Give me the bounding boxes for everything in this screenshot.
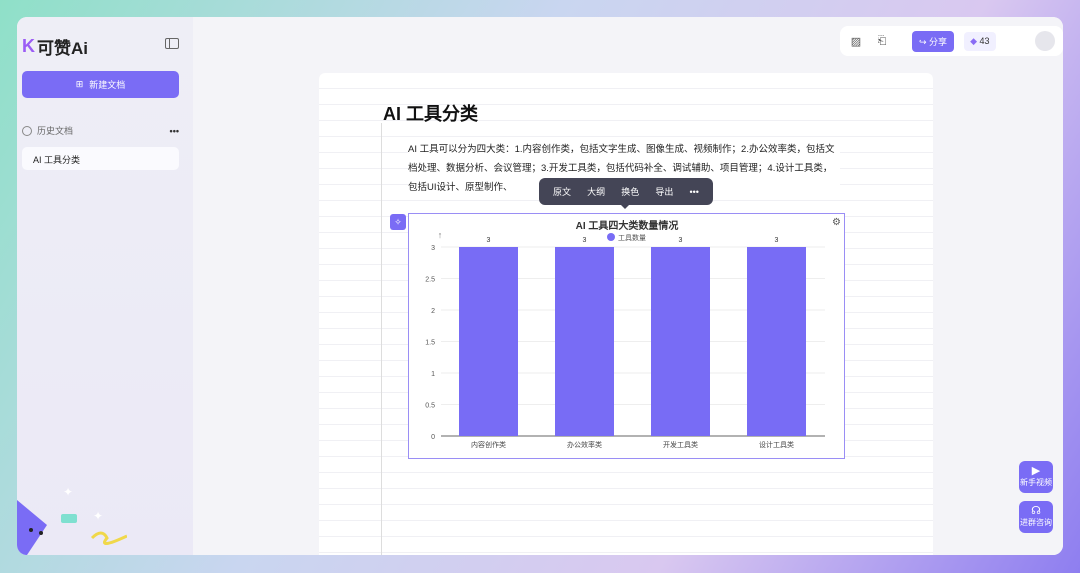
y-tick-label: 1	[431, 371, 435, 378]
margin-line	[381, 123, 382, 555]
y-tick-label: 0	[431, 434, 435, 441]
avatar[interactable]	[1035, 31, 1055, 51]
legend-label: 工具数量	[618, 233, 646, 242]
bar-chart: AI 工具四大类数量情况工具数量 ↑ 0 0.5 1 1.5 2 2.5 3 3 内容创作类 3 办公效…	[425, 219, 825, 449]
data-label: 3	[583, 237, 587, 244]
image-icon[interactable]: ▨	[848, 33, 864, 49]
share-label: 分享	[929, 36, 948, 47]
y-tick-label: 0.5	[425, 403, 435, 410]
toolbar-outline[interactable]: 大纲	[587, 185, 605, 198]
document-page: AI 工具分类 AI 工具可以分为四大类：1.内容创作类，包括文字生成、图像生成…	[319, 73, 933, 555]
history-label: 历史文档	[37, 126, 74, 136]
group-label: 进群咨询	[1020, 518, 1052, 527]
sidebar: K 可赞Ai ⊞ 新建文档 历史文档 ••• AI 工具分类 ✦ ✦	[17, 17, 193, 555]
history-more-button[interactable]: •••	[170, 126, 179, 136]
new-doc-button[interactable]: ⊞ 新建文档	[22, 71, 179, 98]
gear-icon[interactable]: ⚙	[832, 217, 841, 228]
credits-count: 43	[979, 35, 990, 46]
data-label: 3	[679, 237, 683, 244]
app-name: 可赞Ai	[37, 39, 88, 58]
clock-icon	[22, 125, 32, 136]
y-tick-label: 3	[431, 245, 435, 252]
headset-icon: ☊	[1031, 505, 1041, 517]
x-tick-label: 办公效率类	[567, 440, 602, 449]
logo: K 可赞Ai	[22, 34, 88, 59]
bar	[555, 247, 614, 436]
data-label: 3	[487, 237, 491, 244]
play-icon: ▶	[1031, 465, 1041, 477]
share-button[interactable]: ↪ 分享	[912, 30, 955, 52]
x-tick-label: 设计工具类	[759, 440, 794, 449]
tutorial-video-button[interactable]: ▶ 新手视频	[1019, 461, 1053, 493]
x-tick-label: 内容创作类	[471, 440, 506, 449]
bar	[459, 247, 518, 436]
file-plus-icon: ⊞	[75, 79, 84, 89]
app-window: K 可赞Ai ⊞ 新建文档 历史文档 ••• AI 工具分类 ✦ ✦ ▨ ⎗ ↪ 分享 …	[17, 17, 1063, 555]
chart-block[interactable]: ⚙ AI 工具四大类数量情况 工具数量 ↑ 0 0.5 1 1.5 2 2.5 3 3 内容创作类 3 办…	[408, 213, 845, 459]
import-icon[interactable]: ⎗	[874, 33, 890, 49]
svg-text:✦: ✦	[93, 509, 103, 523]
page-title: AI 工具分类	[383, 104, 479, 124]
y-axis-arrow: ↑	[438, 230, 443, 240]
main-area: ▨ ⎗ ↪ 分享 ◆ 43 AI 工具分类 AI 工具可以分为四大类：1.内容创…	[193, 17, 1063, 555]
legend-marker	[607, 233, 615, 241]
toolbar-more[interactable]: •••	[689, 187, 698, 197]
top-toolbar: ▨ ⎗ ↪ 分享 ◆ 43	[840, 26, 1063, 56]
floating-toolbar: 原文 大纲 换色 导出 •••	[539, 178, 713, 209]
toolbar-recolor[interactable]: 换色	[621, 185, 639, 198]
toolbar-export[interactable]: 导出	[655, 185, 673, 198]
sidebar-item-doc[interactable]: AI 工具分类	[22, 147, 179, 170]
chart-title: AI 工具四大类数量情况	[576, 219, 679, 232]
history-header: 历史文档 •••	[22, 124, 179, 137]
toolbar-original[interactable]: 原文	[553, 185, 571, 198]
sidebar-toggle-icon[interactable]	[165, 38, 179, 49]
video-label: 新手视频	[1020, 478, 1052, 487]
data-label: 3	[775, 237, 779, 244]
svg-text:✦: ✦	[63, 485, 73, 499]
mascot-illustration: ✦✦	[17, 485, 127, 555]
credits-badge[interactable]: ◆ 43	[964, 31, 996, 51]
new-doc-label: 新建文档	[89, 80, 126, 90]
y-tick-label: 1.5	[425, 340, 435, 347]
diamond-icon: ◆	[970, 35, 977, 46]
bar	[747, 247, 806, 436]
y-tick-label: 2.5	[425, 277, 435, 284]
join-group-button[interactable]: ☊ 进群咨询	[1019, 501, 1053, 533]
y-tick-label: 2	[431, 308, 435, 315]
bar	[651, 247, 710, 436]
magic-wand-icon[interactable]: ✧	[390, 214, 406, 230]
x-tick-label: 开发工具类	[663, 440, 698, 449]
logo-mark: K	[22, 36, 35, 56]
